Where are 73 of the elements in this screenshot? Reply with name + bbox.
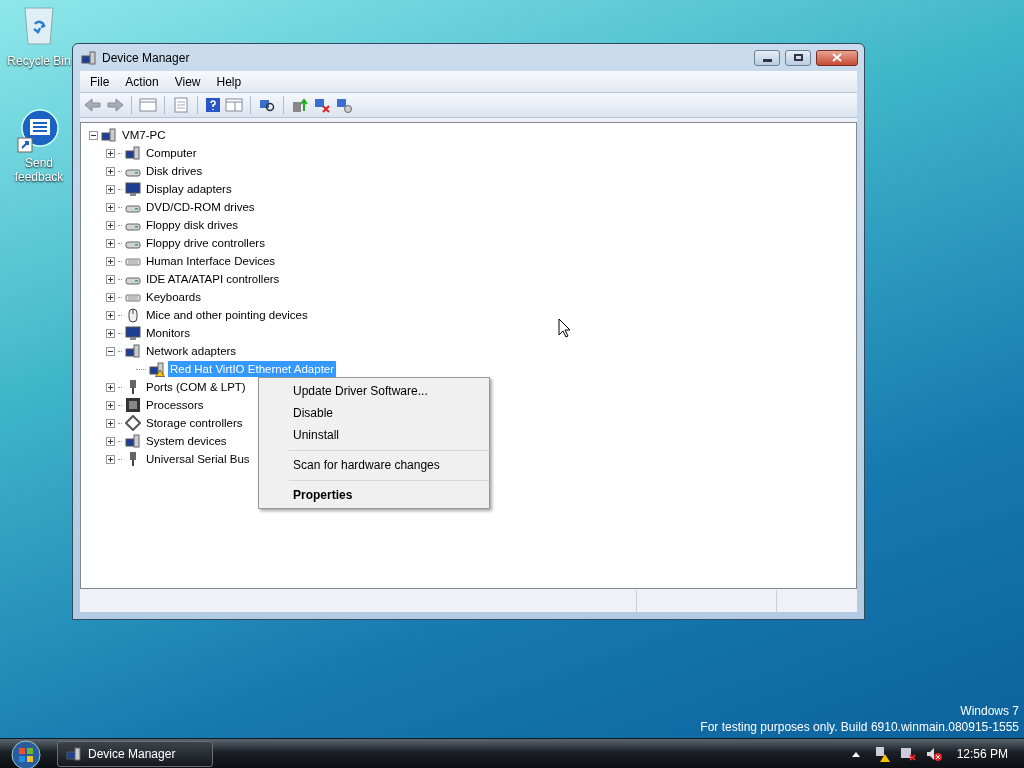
expand-box[interactable]: [106, 220, 115, 230]
expand-box[interactable]: [106, 202, 115, 212]
menu-item[interactable]: Update Driver Software...: [259, 380, 489, 402]
tree-item[interactable]: Network adapters: [144, 343, 239, 359]
expand-box[interactable]: [106, 166, 115, 176]
chip-icon: [125, 397, 141, 413]
expand-box[interactable]: [106, 310, 115, 320]
tree-item[interactable]: Computer: [144, 145, 199, 161]
computer-icon: [101, 127, 117, 143]
expand-box[interactable]: [106, 382, 115, 392]
tree-item[interactable]: IDE ATA/ATAPI controllers: [144, 271, 282, 287]
build-info: For testing purposes only. Build 6910.winmain.080915-1555: [700, 719, 1019, 735]
update-driver-icon[interactable]: [291, 97, 309, 113]
menu-item[interactable]: Action: [117, 72, 167, 91]
device-manager-icon: [81, 49, 97, 66]
speech-bubble-icon[interactable]: [16, 108, 62, 156]
clock[interactable]: 12:56 PM: [956, 744, 1008, 763]
expand-box[interactable]: [106, 328, 115, 338]
device-manager-icon: [66, 745, 82, 762]
menu-item[interactable]: Scan for hardware changes: [259, 454, 489, 476]
close-icon: [832, 53, 842, 62]
expand-box[interactable]: [106, 436, 115, 446]
forward-arrow-icon[interactable]: [106, 97, 124, 113]
tree-item[interactable]: Universal Serial Bus: [144, 451, 252, 467]
menu-item[interactable]: Properties: [259, 484, 489, 506]
close-button[interactable]: [816, 49, 858, 66]
tree-item[interactable]: System devices: [144, 433, 229, 449]
collapse-box[interactable]: [89, 130, 98, 140]
back-arrow-icon[interactable]: [84, 97, 102, 113]
computer-icon: [125, 433, 141, 449]
tree-item[interactable]: Ports (COM & LPT): [144, 379, 248, 395]
help-icon[interactable]: [205, 97, 221, 113]
os-name: Windows 7: [960, 703, 1019, 719]
uninstall-icon[interactable]: [313, 97, 331, 113]
monitor-icon: [125, 325, 141, 341]
expand-box[interactable]: [106, 184, 115, 194]
menu-item[interactable]: View: [166, 72, 209, 91]
tree-item[interactable]: Floppy drive controllers: [144, 235, 267, 251]
pointer-icon: [558, 318, 570, 338]
maximize-button[interactable]: [785, 49, 811, 66]
menu-item[interactable]: File: [82, 72, 118, 91]
window-title: Device Manager: [102, 49, 190, 67]
tree-item[interactable]: Processors: [144, 397, 206, 413]
collapse-box[interactable]: [106, 346, 115, 356]
expand-box[interactable]: [106, 292, 115, 302]
tree-item[interactable]: VM7-PC: [120, 127, 168, 143]
tree-item[interactable]: Monitors: [144, 325, 193, 341]
menu-item[interactable]: Disable: [259, 402, 489, 424]
computer-icon: [125, 343, 141, 359]
scan-icon[interactable]: [258, 97, 276, 113]
tree-item[interactable]: Disk drives: [144, 163, 205, 179]
taskbar-button[interactable]: Device Manager: [57, 740, 213, 767]
expand-box[interactable]: [106, 238, 115, 248]
diamond-icon: [125, 415, 141, 431]
tree-item[interactable]: DVD/CD-ROM drives: [144, 199, 257, 215]
expand-box[interactable]: [106, 256, 115, 266]
monitor-icon: [125, 181, 141, 197]
tree-item[interactable]: Display adapters: [144, 181, 234, 197]
expand-box[interactable]: [106, 400, 115, 410]
expand-box[interactable]: [106, 418, 115, 428]
install-icon[interactable]: [335, 97, 353, 113]
minimize-button[interactable]: [754, 49, 780, 66]
tree-item[interactable]: Keyboards: [144, 289, 203, 305]
computer-icon: [125, 145, 141, 161]
expand-box[interactable]: [106, 274, 115, 284]
expand-box[interactable]: [106, 454, 115, 464]
tree-item[interactable]: Mice and other pointing devices: [144, 307, 310, 323]
expand-box[interactable]: [106, 148, 115, 158]
menu-item[interactable]: Help: [208, 72, 250, 91]
menu-item[interactable]: Uninstall: [259, 424, 489, 446]
tree-item[interactable]: Storage controllers: [144, 415, 245, 431]
tree-item[interactable]: Floppy disk drives: [144, 217, 241, 233]
tree-item[interactable]: Human Interface Devices: [144, 253, 278, 269]
